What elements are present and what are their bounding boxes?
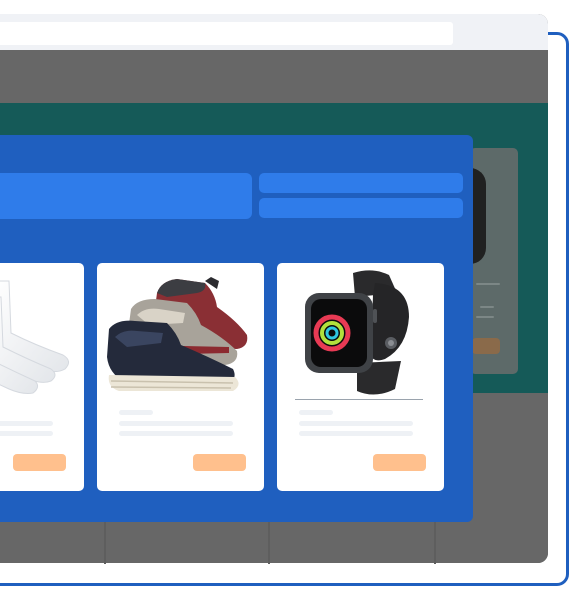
background-column-separator bbox=[268, 520, 270, 564]
background-column-separator bbox=[104, 520, 106, 564]
product-card-divider bbox=[295, 399, 423, 400]
background-column-separator bbox=[434, 520, 436, 564]
sneakers-image bbox=[97, 263, 264, 401]
add-to-cart-button[interactable] bbox=[13, 454, 66, 471]
product-card-text-line bbox=[0, 421, 53, 426]
add-to-cart-button[interactable] bbox=[373, 454, 426, 471]
product-card-text-line bbox=[299, 410, 333, 415]
product-card-text-line bbox=[119, 421, 233, 426]
panel-filter-pill[interactable] bbox=[259, 198, 463, 218]
panel-search-bar[interactable] bbox=[0, 173, 252, 219]
product-card-text-line bbox=[299, 431, 413, 436]
background-card-line bbox=[480, 306, 494, 308]
address-bar[interactable] bbox=[0, 22, 453, 45]
product-card-sneakers[interactable] bbox=[97, 263, 264, 491]
smartwatch-image bbox=[277, 263, 444, 401]
background-card-button bbox=[472, 338, 500, 354]
window-topbar bbox=[0, 14, 548, 50]
product-card-text-line bbox=[0, 431, 53, 436]
illustration-stage bbox=[0, 0, 580, 600]
background-card-divider bbox=[476, 283, 500, 285]
product-card-text-line bbox=[119, 410, 153, 415]
product-card-text-line bbox=[119, 431, 233, 436]
product-card-socks[interactable] bbox=[0, 263, 84, 491]
panel-filter-pill[interactable] bbox=[259, 173, 463, 193]
product-card-smartwatch[interactable] bbox=[277, 263, 444, 491]
add-to-cart-button[interactable] bbox=[193, 454, 246, 471]
product-card-text-line bbox=[299, 421, 413, 426]
socks-image bbox=[0, 263, 84, 401]
background-card-line bbox=[476, 316, 494, 318]
